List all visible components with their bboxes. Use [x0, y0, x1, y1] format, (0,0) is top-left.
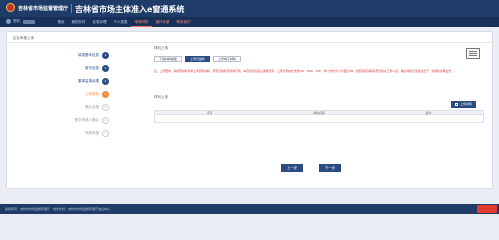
step-number: 1 [102, 52, 109, 59]
step-number: 2 [102, 65, 109, 72]
materials-table: 序号 材料名称 操作 [154, 110, 484, 123]
step-number: 4 [102, 91, 109, 98]
nav-item-profile[interactable]: 个人信息 [110, 17, 131, 27]
step-number: 6 [102, 117, 109, 124]
upload-options: 下载材料模板 上传扫描件 上传电子材料 [154, 56, 242, 62]
prev-button[interactable]: 上一步 [281, 164, 303, 172]
footer-badge [477, 205, 497, 213]
system-title: 吉林省市场主体准入e窗通系统 [75, 5, 185, 14]
card-title: 企业申报上传 [13, 36, 34, 40]
upload-label: 材料上传 [154, 95, 168, 99]
upload-panel: 材料上传 下载材料模板 上传扫描件 上传电子材料 注：上传要求：请按照材料清单上… [154, 46, 484, 123]
upload-materials-button[interactable]: 上传材料 [450, 101, 476, 108]
masked-username [23, 19, 36, 24]
column-header: 序号 [206, 111, 213, 115]
section-title: 材料上传 [154, 46, 168, 50]
nav-item-business[interactable]: 业务办理 [89, 17, 110, 27]
page-footer: 版权所有：吉林省市场监督管理厅 技术支持：吉林省市场监督管理厅信息中心 [0, 204, 499, 214]
header-divider [71, 4, 72, 13]
step-label: 完成申报 [85, 131, 99, 135]
step-item[interactable]: 股东信息 2 [47, 63, 109, 76]
nav-bar: 您好, 首页 我的办件 业务办理 个人信息 申请材料 操作手册 联系我们 [0, 17, 499, 27]
agency-name: 吉林省市场监督管理厅 [18, 6, 69, 12]
column-header: 操作 [425, 111, 432, 115]
download-template-button[interactable]: 下载材料模板 [154, 56, 183, 62]
table-body [154, 115, 484, 123]
nav-item-materials[interactable]: 申请材料 [131, 17, 152, 27]
upload-notice: 注：上传要求：请按照材料清单上传完整材料，所有扫描件须清晰可辨，每页均需加盖公章… [154, 69, 454, 73]
step-item: 完成申报 7 [47, 128, 109, 141]
step-item-current[interactable]: 上传材料 4 [47, 89, 109, 102]
step-label: 股东信息 [85, 66, 99, 70]
footer-copyright: 版权所有：吉林省市场监督管理厅 技术支持：吉林省市场监督管理厅信息中心 [5, 207, 111, 211]
step-label: 上传材料 [85, 92, 99, 96]
emblem-icon [6, 3, 15, 12]
user-greeting: 您好, [13, 19, 22, 23]
step-item[interactable]: 填报基本信息 1 [47, 50, 109, 63]
step-item: 提交申请人确认 6 [47, 115, 109, 128]
upload-electronic-button[interactable]: 上传电子材料 [213, 56, 242, 62]
step-item: 确认信息 5 [47, 102, 109, 115]
nav-item-home[interactable]: 首页 [54, 17, 68, 27]
nav-item-manual[interactable]: 操作手册 [152, 17, 173, 27]
main-card: 企业申报上传 填报基本信息 1 股东信息 2 董事监事经理 3 上传材料 4 确… [6, 31, 493, 189]
document-icon[interactable] [466, 48, 480, 59]
card-divider [7, 42, 492, 43]
upload-button-label: 上传材料 [459, 102, 472, 106]
upload-icon [454, 103, 458, 106]
next-button[interactable]: 下一步 [319, 164, 341, 172]
step-number: 7 [102, 130, 109, 137]
step-item[interactable]: 董事监事经理 3 [47, 76, 109, 89]
user-area[interactable]: 您好, [6, 19, 36, 24]
upload-scan-button[interactable]: 上传扫描件 [185, 56, 211, 62]
step-label: 提交申请人确认 [74, 118, 100, 122]
step-label: 确认信息 [85, 105, 99, 109]
nav-item-contact[interactable]: 联系我们 [173, 17, 194, 27]
nav-item-my-cases[interactable]: 我的办件 [68, 17, 89, 27]
step-number: 3 [102, 78, 109, 85]
step-label: 董事监事经理 [78, 79, 99, 83]
top-header: 吉林省市场监督管理厅 吉林省市场主体准入e窗通系统 [0, 0, 499, 17]
user-icon [6, 19, 11, 24]
step-label: 填报基本信息 [78, 53, 99, 57]
nav-menu: 首页 我的办件 业务办理 个人信息 申请材料 操作手册 联系我们 [54, 17, 194, 27]
step-number: 5 [102, 104, 109, 111]
step-list: 填报基本信息 1 股东信息 2 董事监事经理 3 上传材料 4 确认信息 5 提… [47, 50, 109, 141]
column-header: 材料名称 [313, 111, 325, 115]
